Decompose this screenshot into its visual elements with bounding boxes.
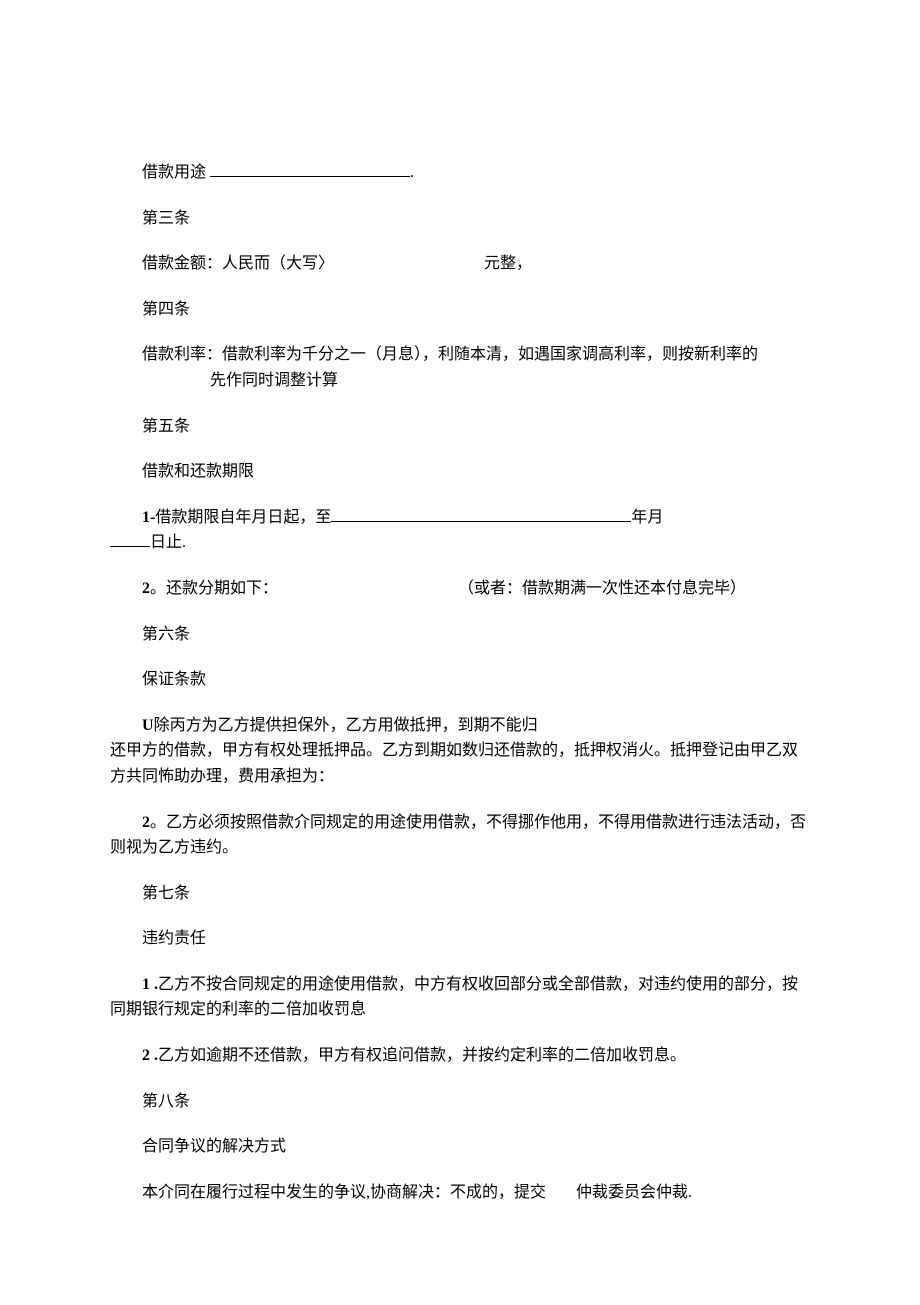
repay-installment-line: 2。还款分期如下： （或者：借款期满一次性还本付息完毕） (110, 576, 810, 602)
dispute-part2: 仲裁委员会仲裁. (576, 1184, 692, 1201)
breach-liability-text: 违约责任 (142, 930, 206, 947)
guarantee-clause-label: 保证条款 (110, 667, 810, 693)
guarantee-part2: 除丙方为乙方提供担保外，乙方用做抵押，到期不能归 (154, 717, 538, 734)
loan-amount-part1: 借款金额：人民而（大写〉 (142, 255, 334, 272)
dispute-part1: 本介同在履行过程中发生的争议,协商解决：不成的，提交 (142, 1184, 546, 1201)
dispute-resolution-detail: 本介同在履行过程中发生的争议,协商解决：不成的，提交 仲裁委员会仲裁. (110, 1180, 810, 1206)
loan-term-part2: 借款期限自年月日起，至 (155, 509, 331, 526)
loan-term-part4: 日止. (150, 534, 186, 551)
article-4-text: 第四条 (142, 301, 190, 318)
usage-restriction-para: 2。乙方必须按照借款介同规定的用途使用借款，不得挪作他用，不得用借款进行违法活动… (110, 810, 810, 861)
article-4-heading: 第四条 (110, 297, 810, 323)
article-7-heading: 第七条 (110, 881, 810, 907)
dispute-resolution-label: 合同争议的解决方式 (110, 1134, 810, 1160)
article-3-text: 第三条 (142, 210, 190, 227)
breach-liability-label: 违约责任 (110, 926, 810, 952)
item-1-marker: 1- (142, 509, 155, 526)
period: . (410, 164, 414, 181)
article-3-heading: 第三条 (110, 206, 810, 232)
breach-2-text: 乙方如逾期不还借款，甲方有权追问借款，并按约定利率的二倍加收罚息。 (158, 1047, 686, 1064)
loan-amount-part2: 元整， (484, 255, 532, 272)
u-marker: U (142, 717, 154, 734)
loan-purpose-line: 借款用途 . (110, 160, 810, 186)
item-2-marker: 2 (142, 580, 150, 597)
guarantee-line2: 还甲方的借款，甲方有权处理抵押品。乙方到期如数归还借款的，抵押权消火。抵押登记由… (110, 742, 798, 785)
article-6-text: 第六条 (142, 626, 190, 643)
article-7-text: 第七条 (142, 885, 190, 902)
interest-rate-line2: 先作同时调整计算 (210, 372, 338, 389)
usage-restriction-text: 。乙方必须按照借款介同规定的用途使用借款，不得挪作他用，不得用借款进行违法活动，… (110, 814, 806, 857)
breach-1-text: 乙方不按合同规定的用途使用借款，中方有权收回部分或全部借款，对违约使用的部分，按… (110, 976, 798, 1019)
breach-1-marker: 1 . (142, 976, 158, 993)
blank-day (110, 531, 150, 547)
repay-part3: （或者：借款期满一次性还本付息完毕） (458, 580, 746, 597)
article-5-heading: 第五条 (110, 414, 810, 440)
blank-date (331, 506, 631, 522)
dispute-resolution-text: 合同争议的解决方式 (142, 1138, 286, 1155)
loan-purpose-label: 借款用途 (142, 164, 206, 181)
interest-rate-line1: 借款利率：借款利率为千分之一（月息），利随本清，如遇国家调高利率，则按新利率的 (110, 342, 758, 368)
loan-repay-term-text: 借款和还款期限 (142, 463, 254, 480)
blank-purpose (210, 161, 410, 177)
breach-item-1: 1 .乙方不按合同规定的用途使用借款，中方有权收回部分或全部借款，对违约使用的部… (110, 972, 810, 1023)
guarantee-clause-text: 保证条款 (142, 671, 206, 688)
article-6-heading: 第六条 (110, 622, 810, 648)
article-5-text: 第五条 (142, 418, 190, 435)
repay-part2: 。还款分期如下： (150, 580, 278, 597)
loan-amount-line: 借款金额：人民而（大写〉 元整， (110, 251, 810, 277)
article-8-text: 第八条 (142, 1093, 190, 1110)
interest-rate-para: 借款利率：借款利率为千分之一（月息），利随本清，如遇国家调高利率，则按新利率的先… (110, 342, 810, 393)
loan-repay-term-label: 借款和还款期限 (110, 459, 810, 485)
loan-term-line: 1-借款期限自年月日起，至 年月日止. (110, 505, 810, 556)
guarantee-detail-para: U除丙方为乙方提供担保外，乙方用做抵押，到期不能归还甲方的借款，甲方有权处理抵押… (110, 713, 810, 790)
item-2b-marker: 2 (142, 814, 150, 831)
loan-term-part3: 年月 (631, 509, 663, 526)
article-8-heading: 第八条 (110, 1089, 810, 1115)
breach-2-marker: 2 . (142, 1047, 158, 1064)
breach-item-2: 2 .乙方如逾期不还借款，甲方有权追问借款，并按约定利率的二倍加收罚息。 (110, 1043, 810, 1069)
